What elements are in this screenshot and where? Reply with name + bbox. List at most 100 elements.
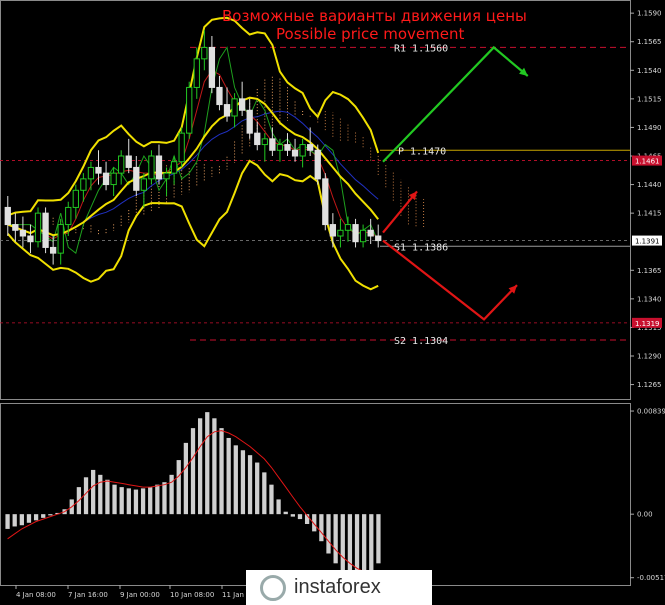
macd-bar [105,479,110,515]
macd-bar [26,514,32,523]
candle [72,189,79,208]
macd-bar [48,514,53,516]
macd-bar [126,488,131,515]
macd-bar [262,472,267,515]
macd-bar [5,514,10,529]
candle [19,229,27,237]
candle [344,224,352,231]
candle [238,98,246,111]
candle [148,155,155,180]
macd-tick-label: 0.00839 [637,408,665,416]
y-tick-label: 1.1265 [637,381,662,389]
candle [178,132,185,163]
macd-bar [369,514,374,571]
macd-bar [255,462,260,515]
macd-bar [347,514,353,576]
macd-bar [33,514,39,521]
macd-bar [340,514,345,571]
macd-bar [112,484,117,515]
x-tick-label: 7 Jan 16:00 [68,591,108,599]
x-tick-label: 4 Jan 08:00 [16,591,56,599]
pivot-level-label: R1 1.1560 [394,43,448,54]
y-tick-label: 1.1365 [637,267,662,275]
macd-bar [12,514,17,527]
candle [359,229,367,243]
y-tick-label: 1.1590 [637,10,662,18]
candle [110,172,117,186]
candle [223,104,231,117]
candle [329,224,337,237]
macd-bar [247,455,253,515]
macd-bar [119,487,124,515]
candle [261,138,268,146]
candle [155,155,163,180]
candle [291,149,299,157]
candle [65,206,72,226]
candle [87,166,95,180]
macd-tick-label: -0.00517 [637,574,665,582]
pivot-level-label: S2 1.1304 [394,336,448,347]
macd-bar [333,514,338,564]
y-tick-label: 1.1290 [637,353,662,361]
macd-bar [197,418,203,515]
candle [57,224,64,254]
x-tick-label: 10 Jan 08:00 [170,591,214,599]
candle [208,46,216,88]
macd-bar [233,445,238,515]
macd-bar [219,428,224,515]
candle [269,138,276,151]
candle [307,144,314,151]
candle [125,155,132,168]
x-tick-label: 9 Jan 00:00 [120,591,160,599]
price-tag-label: 1.1319 [635,320,660,328]
chart-canvas: R1 1.1560 P 1.1470 S1 1.1386 S2 1.1304 1.15… [0,0,665,605]
candle [322,178,329,226]
pivot-level-label: P 1.1470 [398,146,446,157]
candle [246,109,253,134]
macd-bar [319,514,324,542]
x-tick-label: 11 Jan [222,591,244,599]
macd-bar [226,437,231,515]
candle [170,161,178,174]
candle [299,144,306,157]
candle [49,246,57,254]
candle [231,98,238,117]
candle [284,144,291,151]
chart-subtitle: Possible price movement [276,25,465,43]
candle [34,212,42,243]
macd-tick-label: 0.00 [637,511,653,519]
y-tick-label: 1.1340 [637,295,662,303]
macd-bar [190,428,196,515]
price-tag-label: 1.1391 [635,238,660,246]
candle [276,144,284,151]
candle [140,178,148,191]
price-tag-label: 1.1461 [635,158,660,166]
macd-bar [83,477,89,515]
candle [186,86,193,134]
macd-bar [297,514,303,520]
macd-bar [19,514,24,526]
macd-bar [205,412,210,515]
macd-bar [269,484,274,515]
y-tick-label: 1.1540 [637,67,662,75]
candle [95,166,102,174]
macd-bar [41,514,46,518]
macd-bar [183,442,189,515]
candle [201,46,208,60]
candle [118,155,125,174]
candle [133,166,140,191]
candle [193,58,200,88]
macd-bar [162,482,167,515]
candle [254,132,261,146]
candle [314,149,321,180]
candle [367,229,374,237]
candle [4,206,11,226]
candle [80,178,87,191]
candle [27,235,34,243]
y-tick-label: 1.1440 [637,181,662,189]
macd-bar [98,474,103,515]
macd-bar [148,487,153,515]
y-tick-label: 1.1415 [637,210,662,218]
macd-bar [240,450,246,515]
y-tick-label: 1.1515 [637,95,662,103]
